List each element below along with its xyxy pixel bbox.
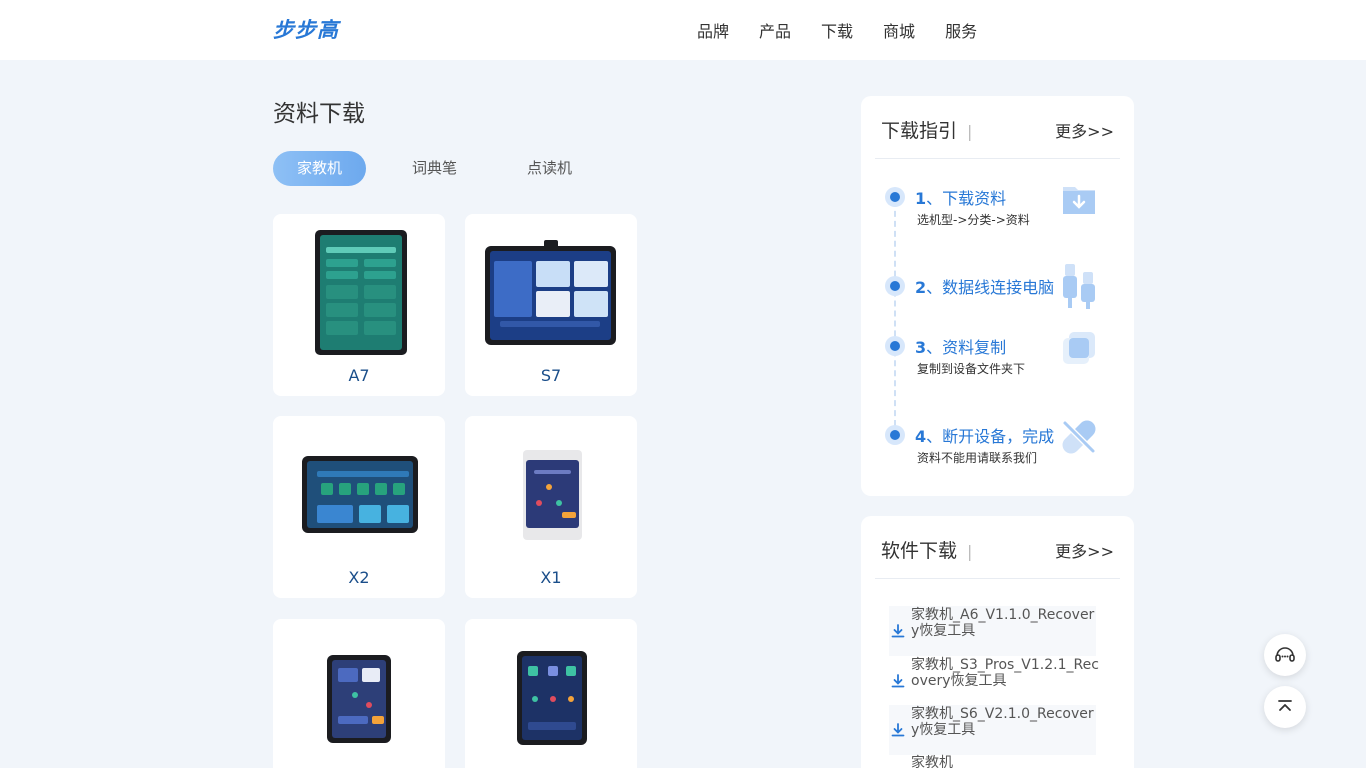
customer-service-icon (1275, 647, 1295, 662)
download-icon (891, 674, 905, 688)
software-item-name: 家教机_S3_Pros_V1.2.1_Recovery恢复工具 (911, 657, 1099, 689)
main-nav: 品牌 产品 下载 商城 服务 (697, 0, 1007, 60)
product-image (302, 456, 418, 533)
back-to-top-button[interactable] (1264, 686, 1306, 728)
nav-item-products[interactable]: 产品 (759, 18, 791, 42)
tab-reading-machine[interactable]: 点读机 (503, 151, 596, 186)
customer-service-button[interactable] (1264, 634, 1306, 676)
step-subtitle: 复制到设备文件夹下 (917, 362, 1026, 376)
title-separator: | (967, 122, 973, 141)
title-separator: | (967, 542, 973, 561)
step-title: 1、下载资料 (915, 189, 1007, 208)
product-name: S7 (540, 366, 562, 385)
download-icon (891, 723, 905, 737)
panel-header: 软件下载 | 更多>> (875, 516, 1120, 579)
usb-cable-icon (1063, 264, 1095, 309)
step-dot (885, 276, 905, 296)
software-item[interactable]: 家教机_A6_V1.1.0_Recovery恢复工具 (889, 606, 1096, 656)
product-card-s7[interactable]: S7 (465, 214, 637, 396)
panel-title-text: 软件下载 (881, 540, 958, 562)
software-download-panel: 软件下载 | 更多>> 家教机_A6_V1.1.0_Recovery恢复工具 家教… (861, 516, 1134, 768)
software-item[interactable]: 家教机_S3_Pros_V1.2.1_Recovery恢复工具 (889, 656, 1099, 706)
download-icon (891, 624, 905, 638)
panel-title: 下载指引 | (881, 116, 972, 143)
page-title: 资料下载 (273, 101, 365, 127)
software-more-link[interactable]: 更多>> (1055, 538, 1114, 562)
panel-header: 下载指引 | 更多>> (875, 96, 1120, 159)
disconnect-icon (1062, 420, 1096, 454)
software-item-name: 家教机_S6_V2.1.0_Recovery恢复工具 (911, 706, 1094, 738)
product-image (327, 655, 391, 743)
product-card-a7[interactable]: A7 (273, 214, 445, 396)
nav-item-brand[interactable]: 品牌 (697, 18, 729, 42)
step-subtitle: 选机型->分类->资料 (917, 213, 1030, 227)
step-dot (885, 187, 905, 207)
copy-icon (1063, 332, 1095, 364)
nav-item-service[interactable]: 服务 (945, 18, 977, 42)
product-name: X2 (348, 568, 370, 587)
product-image (523, 450, 582, 540)
product-name: A7 (348, 366, 370, 385)
product-card-x1[interactable]: X1 (465, 416, 637, 598)
brand-logo[interactable]: 步步高 (273, 14, 339, 44)
back-to-top-icon (1278, 700, 1292, 711)
software-item[interactable]: 家教机 (889, 754, 1096, 768)
category-tabs: 家教机 词典笔 点读机 (273, 151, 618, 186)
software-item[interactable]: 家教机_S6_V2.1.0_Recovery恢复工具 (889, 705, 1096, 755)
product-name: X1 (540, 568, 562, 587)
software-item-name: 家教机_A6_V1.1.0_Recovery恢复工具 (911, 607, 1095, 639)
camera-notch (544, 240, 558, 248)
nav-item-download[interactable]: 下载 (821, 18, 853, 42)
product-image (517, 651, 587, 745)
step-dot (885, 336, 905, 356)
guide-more-link[interactable]: 更多>> (1055, 118, 1114, 142)
step-connector-line (894, 191, 896, 436)
tab-dictionary-pen[interactable]: 词典笔 (388, 151, 481, 186)
software-item-name: 家教机 (911, 755, 953, 768)
product-card[interactable] (273, 619, 445, 768)
product-card[interactable] (465, 619, 637, 768)
step-title: 3、资料复制 (915, 338, 1007, 357)
panel-title: 软件下载 | (881, 536, 972, 563)
product-card-x2[interactable]: X2 (273, 416, 445, 598)
panel-title-text: 下载指引 (881, 120, 958, 142)
tab-tutor-machine[interactable]: 家教机 (273, 151, 367, 186)
step-title: 2、数据线连接电脑 (915, 278, 1055, 297)
step-dot (885, 425, 905, 445)
product-image (315, 230, 407, 355)
download-folder-icon (1063, 187, 1095, 214)
product-image (485, 246, 616, 345)
site-header: 步步高 品牌 产品 下载 商城 服务 (0, 0, 1366, 60)
step-title: 4、断开设备，完成 (915, 427, 1055, 446)
download-guide-panel: 下载指引 | 更多>> 1、下载资料 选机型->分类->资料 2、数据线连接电脑 … (861, 96, 1134, 496)
step-subtitle: 资料不能用请联系我们 (917, 451, 1038, 465)
nav-item-store[interactable]: 商城 (883, 18, 915, 42)
